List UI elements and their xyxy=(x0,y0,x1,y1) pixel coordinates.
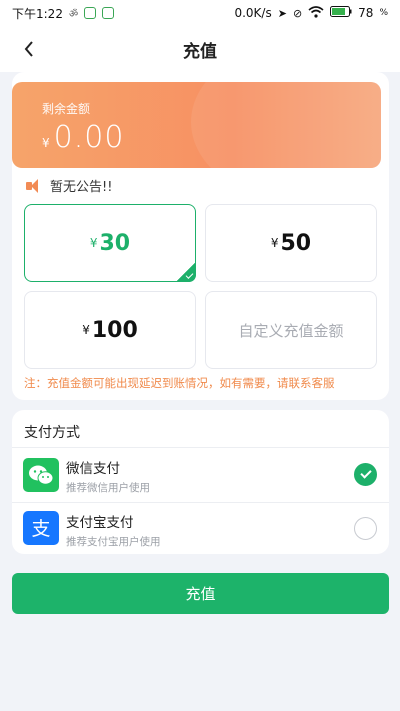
silent-icon: ⊘ xyxy=(292,6,303,20)
payment-name: 微信支付 xyxy=(66,461,120,477)
balance-panel: 剩余金额 ¥ 0.00 xyxy=(12,82,381,168)
balance-value: 0.00 xyxy=(53,120,125,155)
chevron-left-icon xyxy=(24,41,33,57)
battery-percent-sign: % xyxy=(379,8,388,18)
alipay-icon: 支 xyxy=(23,511,59,545)
wechat-text: 微信支付 推荐微信用户使用 xyxy=(66,457,150,495)
battery-icon xyxy=(330,6,352,20)
speaker-icon xyxy=(26,178,42,193)
nav-bar: 充值 xyxy=(0,26,400,72)
payment-title: 支付方式 xyxy=(24,425,80,441)
status-left: 下午1:22 ॐ xyxy=(12,5,115,22)
amount-currency: ¥ xyxy=(89,236,98,250)
amount-value: 30 xyxy=(99,230,131,256)
payment-option-wechat[interactable]: 微信支付 推荐微信用户使用 xyxy=(12,449,389,501)
amount-option-100[interactable]: ¥ 100 xyxy=(24,291,196,369)
divider xyxy=(12,447,389,448)
svg-text:支: 支 xyxy=(31,518,50,540)
balance-decoration xyxy=(191,82,381,168)
payment-card: 支付方式 微信支付 推荐微信用户使用 支 支付宝支付 推荐支付宝用户使用 xyxy=(12,410,389,554)
app-notification-icon-2 xyxy=(102,7,115,19)
payment-desc: 推荐微信用户使用 xyxy=(66,482,150,494)
location-icon: ➤ xyxy=(277,6,287,20)
alipay-text: 支付宝支付 推荐支付宝用户使用 xyxy=(66,511,161,549)
back-button[interactable] xyxy=(14,34,44,64)
status-bar: 下午1:22 ॐ 0.0K/s ➤ ⊘ 78% xyxy=(0,0,400,26)
battery-level: 78 xyxy=(358,6,374,20)
custom-amount-label: 自定义充值金额 xyxy=(238,321,344,340)
page-title: 充值 xyxy=(183,41,217,62)
wechat-icon xyxy=(23,458,59,492)
amount-currency: ¥ xyxy=(82,323,90,337)
amount-value: 100 xyxy=(91,317,138,343)
wifi-icon xyxy=(308,5,324,21)
payment-desc: 推荐支付宝用户使用 xyxy=(66,536,161,548)
app-notification-icon xyxy=(84,7,97,19)
alipay-radio[interactable] xyxy=(354,517,377,540)
payment-name: 支付宝支付 xyxy=(66,515,134,531)
notice-bar: 暂无公告!! xyxy=(26,176,112,195)
network-speed: 0.0K/s xyxy=(234,6,272,20)
notice-text: 暂无公告!! xyxy=(50,180,113,195)
selected-check-icon xyxy=(176,262,196,282)
payment-option-alipay[interactable]: 支 支付宝支付 推荐支付宝用户使用 xyxy=(12,503,389,555)
recharge-note: 注：充值金额可能出现延迟到账情况，如有需要，请联系客服 xyxy=(24,376,335,390)
balance-label: 剩余金额 xyxy=(42,102,91,116)
amount-currency: ¥ xyxy=(270,236,279,250)
custom-amount-button[interactable]: 自定义充值金额 xyxy=(205,291,377,369)
status-time: 下午1:22 xyxy=(12,6,63,21)
recharge-card: 剩余金额 ¥ 0.00 暂无公告!! ¥ 30 ¥ 50 ¥ 100 自定义充值… xyxy=(12,72,389,400)
notification-icon: ॐ xyxy=(68,9,79,20)
balance-currency: ¥ xyxy=(42,136,50,150)
amount-value: 50 xyxy=(280,230,312,256)
amount-option-30[interactable]: ¥ 30 xyxy=(24,204,196,282)
balance-amount: ¥ 0.00 xyxy=(42,120,124,155)
amount-option-50[interactable]: ¥ 50 xyxy=(205,204,377,282)
wechat-radio-checked[interactable] xyxy=(354,463,377,486)
recharge-submit-button[interactable]: 充值 xyxy=(12,573,389,614)
status-right: 0.0K/s ➤ ⊘ 78% xyxy=(234,5,388,21)
